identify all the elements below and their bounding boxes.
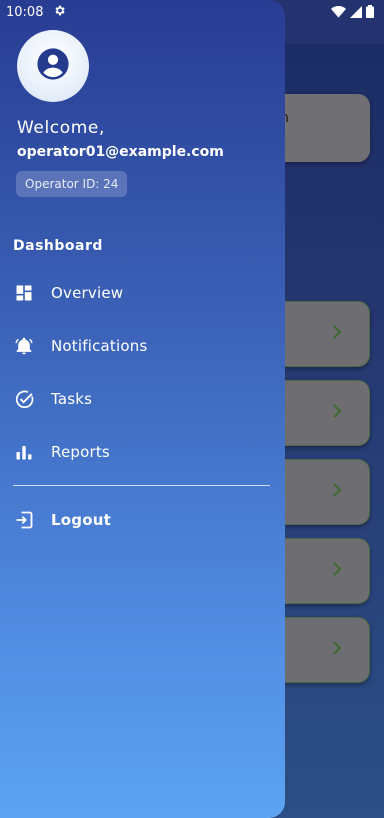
menu-item-label: Overview — [51, 284, 124, 302]
dashboard-icon — [13, 282, 35, 304]
check-circle-icon — [13, 388, 35, 410]
status-bar: 10:08 — [0, 0, 384, 24]
wifi-icon — [331, 3, 346, 22]
menu-item-label: Notifications — [51, 337, 148, 355]
battery-icon — [366, 3, 374, 22]
status-time: 10:08 — [6, 4, 44, 20]
logout-icon — [13, 509, 35, 531]
signal-icon — [350, 3, 362, 22]
account-circle-icon — [36, 47, 70, 85]
chevron-right-icon — [331, 640, 343, 660]
operator-id-badge: Operator ID: 24 — [16, 171, 128, 197]
logout-button[interactable]: Logout — [0, 498, 285, 542]
bell-icon — [13, 335, 35, 357]
navigation-drawer: Welcome, operator01@example.com Operator… — [0, 0, 285, 818]
avatar[interactable] — [17, 30, 89, 102]
bar-chart-icon — [13, 441, 35, 463]
logout-label: Logout — [51, 511, 111, 529]
chevron-right-icon — [331, 482, 343, 502]
menu-item-notifications[interactable]: Notifications — [0, 324, 285, 368]
menu-item-tasks[interactable]: Tasks — [0, 377, 285, 421]
chevron-right-icon — [331, 561, 343, 581]
user-email: operator01@example.com — [17, 144, 224, 160]
app-screen: n 10:08 — [0, 0, 384, 818]
menu-divider — [13, 485, 270, 486]
menu-item-label: Tasks — [51, 390, 93, 408]
chevron-right-icon — [331, 403, 343, 423]
menu-item-overview[interactable]: Overview — [0, 271, 285, 315]
settings-gear-icon — [53, 4, 66, 21]
welcome-text: Welcome, — [17, 118, 105, 138]
menu-item-reports[interactable]: Reports — [0, 430, 285, 474]
menu-item-label: Reports — [51, 443, 110, 461]
chevron-right-icon — [331, 324, 343, 344]
section-title-dashboard: Dashboard — [13, 238, 103, 254]
